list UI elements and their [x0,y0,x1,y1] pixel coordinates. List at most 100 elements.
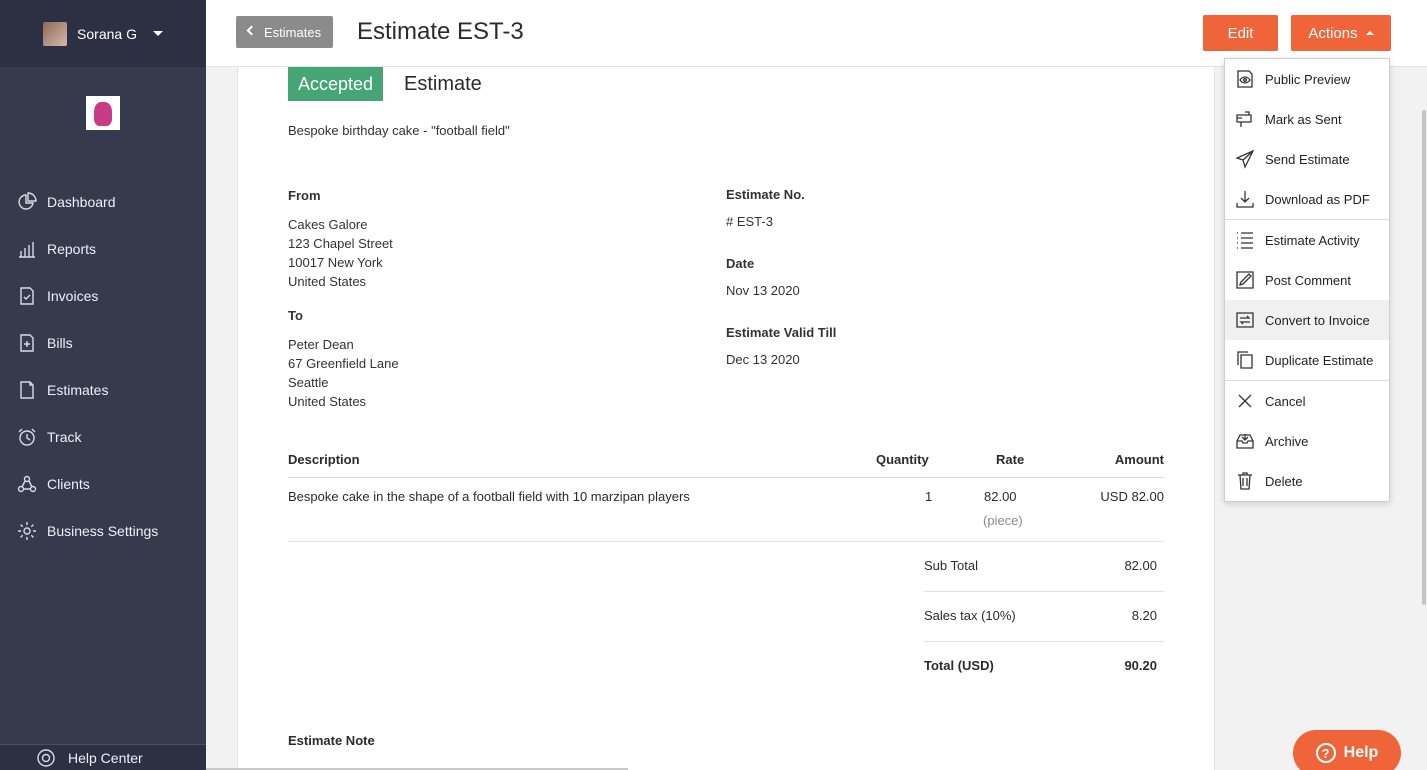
tax-value: 8.20 [1131,608,1157,623]
date-label: Date [726,256,755,271]
menu-item-convert-to-invoice[interactable]: Convert to Invoice [1225,300,1389,340]
actions-button[interactable]: Actions [1291,15,1391,51]
help-button-label: Help [1343,744,1379,761]
to-line: 67 Greenfield Lane [288,356,399,371]
column-description: Description [288,452,360,467]
column-quantity: Quantity [876,452,929,467]
menu-item-label: Duplicate Estimate [1265,352,1374,368]
valid-till-label: Estimate Valid Till [726,325,837,340]
sidebar-item-business-settings[interactable]: Business Settings [0,507,206,554]
eye-icon [1235,69,1255,89]
sidebar-item-label: Invoices [47,287,99,304]
user-menu[interactable]: Sorana G [0,0,206,67]
item-amount: USD 82.00 [1100,489,1164,504]
menu-item-archive[interactable]: Archive [1225,421,1389,461]
page-scrollbar[interactable] [1422,110,1426,605]
sidebar-item-invoices[interactable]: Invoices [0,272,206,319]
sidebar-item-bills[interactable]: Bills [0,319,206,366]
estimate-number-label: Estimate No. [726,187,805,202]
tax-row: Sales tax (10%) 8.20 [924,592,1164,642]
sidebar-item-track[interactable]: Track [0,413,206,460]
to-label: To [288,308,303,323]
sidebar-item-label: Business Settings [47,522,159,539]
page-header: Estimates Estimate EST-3 Edit Actions [206,0,1427,67]
menu-item-download-pdf[interactable]: Download as PDF [1225,179,1389,219]
table-row: Bespoke cake in the shape of a football … [288,489,1164,542]
lifebuoy-icon [37,748,55,767]
clients-icon [16,473,38,495]
to-line: United States [288,394,367,409]
menu-item-public-preview[interactable]: Public Preview [1225,59,1389,99]
edit-button[interactable]: Edit [1203,15,1278,51]
menu-item-duplicate-estimate[interactable]: Duplicate Estimate [1225,340,1389,380]
menu-item-mark-as-sent[interactable]: Mark as Sent [1225,99,1389,139]
sidebar-item-reports[interactable]: Reports [0,225,206,272]
from-address: Cakes Galore 123 Chapel Street 10017 New… [288,215,393,291]
menu-item-estimate-activity[interactable]: Estimate Activity [1225,220,1389,260]
menu-item-label: Convert to Invoice [1265,312,1370,328]
to-line: Peter Dean [288,337,354,352]
sidebar-item-label: Reports [47,240,97,257]
bar-chart-icon [16,238,38,260]
menu-group: Estimate Activity Post Comment Convert t… [1225,220,1389,381]
convert-icon [1235,310,1255,330]
menu-group: Public Preview Mark as Sent Send Estimat… [1225,59,1389,220]
gear-icon [16,520,38,542]
help-button[interactable]: ? Help [1293,730,1401,770]
mailbox-icon [1235,109,1255,129]
from-label: From [288,188,321,203]
sidebar-item-label: Track [47,428,82,445]
menu-item-label: Public Preview [1265,71,1351,87]
item-rate: 82.00 [984,489,1017,504]
duplicate-icon [1235,350,1255,370]
menu-item-delete[interactable]: Delete [1225,461,1389,501]
sidebar-item-dashboard[interactable]: Dashboard [0,178,206,225]
status-badge: Accepted [288,67,384,101]
pie-chart-icon [16,191,38,213]
from-line: 10017 New York [288,255,383,270]
chevron-left-icon [246,25,257,36]
to-line: Seattle [288,375,329,390]
menu-group: Cancel Archive Delete [1225,381,1389,501]
trash-icon [1235,471,1255,491]
subtotal-value: 82.00 [1124,558,1157,573]
sidebar: Sorana G Dashboard Reports Invoices Bill… [0,0,206,770]
sidebar-item-label: Estimates [47,381,109,398]
menu-item-send-estimate[interactable]: Send Estimate [1225,139,1389,179]
sidebar-item-label: Dashboard [47,193,116,210]
total-row: Total (USD) 90.20 [924,642,1164,692]
invoice-icon [16,285,38,307]
menu-item-post-comment[interactable]: Post Comment [1225,260,1389,300]
valid-till-date: Dec 13 2020 [726,352,800,367]
actions-button-label: Actions [1308,24,1358,42]
items-table-header: Description Quantity Rate Amount [288,452,1164,478]
estimate-note-label: Estimate Note [288,733,375,748]
sidebar-item-estimates[interactable]: Estimates [0,366,206,413]
from-line: Cakes Galore [288,217,368,232]
estimate-number: # EST-3 [726,214,773,229]
menu-item-label: Delete [1265,473,1303,489]
item-unit: (piece) [983,513,1023,528]
menu-item-label: Send Estimate [1265,151,1350,167]
avatar [43,21,68,46]
actions-dropdown-menu: Public Preview Mark as Sent Send Estimat… [1224,58,1390,502]
close-icon [1235,391,1255,411]
sidebar-item-label: Bills [47,334,73,351]
sidebar-item-clients[interactable]: Clients [0,460,206,507]
help-center-link[interactable]: Help Center [0,744,206,770]
document-type: Estimate [404,73,482,95]
from-line: United States [288,274,367,289]
sidebar-item-label: Clients [47,475,90,492]
estimate-summary: Bespoke birthday cake - "football field" [288,123,510,138]
bill-icon [16,332,38,354]
totals-section: Sub Total 82.00 Sales tax (10%) 8.20 Tot… [924,542,1164,692]
back-to-estimates-button[interactable]: Estimates [236,16,334,48]
subtotal-row: Sub Total 82.00 [924,542,1164,592]
menu-item-cancel[interactable]: Cancel [1225,381,1389,421]
estimate-document: Accepted Estimate Bespoke birthday cake … [237,67,1215,770]
menu-item-label: Post Comment [1265,272,1351,288]
menu-item-label: Mark as Sent [1265,111,1342,127]
menu-item-label: Archive [1265,433,1309,449]
sidebar-nav: Dashboard Reports Invoices Bills Estimat… [0,178,206,554]
chevron-down-icon [152,31,163,36]
